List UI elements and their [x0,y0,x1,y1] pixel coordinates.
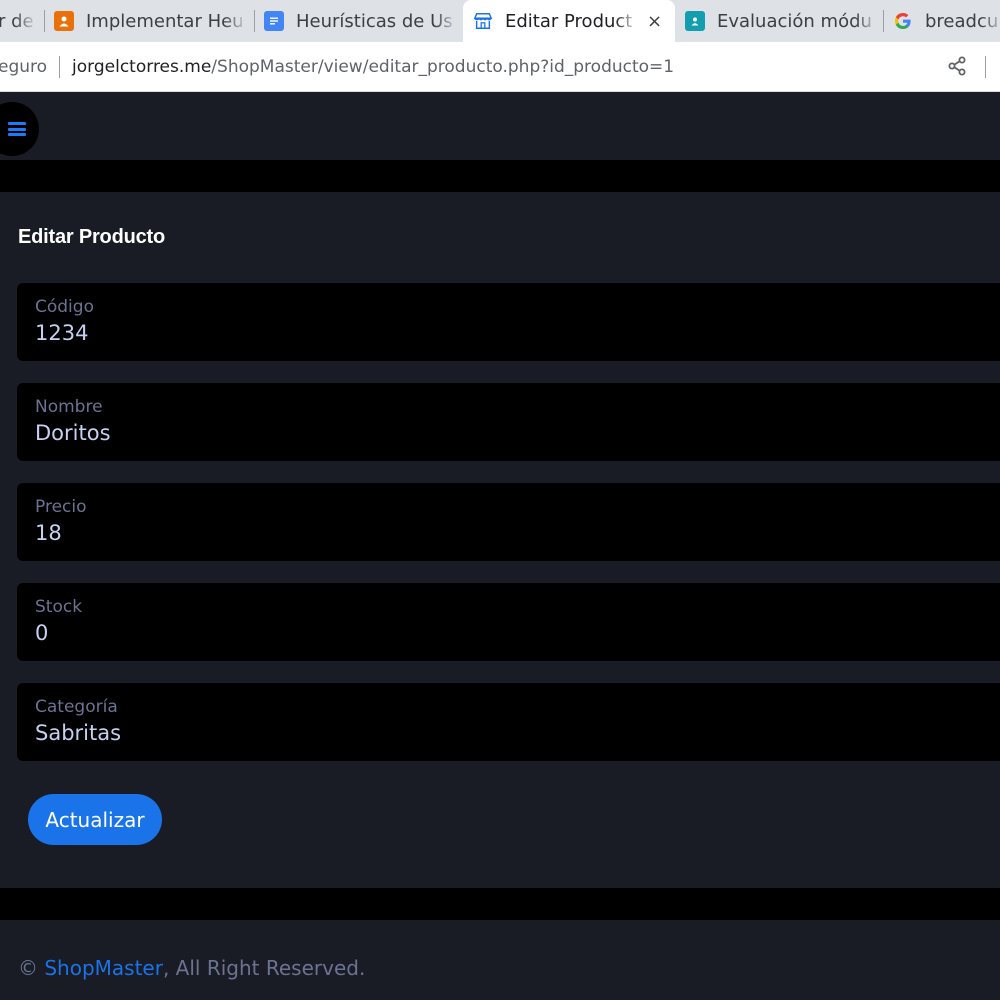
google-icon [893,11,913,31]
codigo-field[interactable]: Código 1234 [17,283,1000,361]
field-value[interactable]: 1234 [35,321,88,345]
store-icon [473,11,493,31]
close-icon[interactable]: × [647,11,662,32]
categoria-field[interactable]: Categoría Sabritas [17,683,1000,761]
nombre-field[interactable]: Nombre Doritos [17,383,1000,461]
footer-rights-text: , All Right Reserved. [162,956,366,980]
browser-tab-active[interactable]: Editar Product × [463,0,675,42]
copyright-symbol: © [18,956,38,980]
browser-tab-strip: r de Implementar Heu Heurísticas de Us E… [0,0,1000,42]
sidebar-toggle-button[interactable] [0,102,39,156]
content-separator [0,888,1000,920]
share-icon[interactable] [946,55,968,77]
address-divider [59,55,61,78]
browser-tab[interactable]: breadcu [883,0,1000,42]
browser-tab[interactable]: Evaluación módu [675,0,883,42]
classroom-icon [685,11,705,31]
stock-field[interactable]: Stock 0 [17,583,1000,661]
footer-brand-link[interactable]: ShopMaster [44,956,163,980]
field-label: Stock [35,597,83,617]
docs-icon [264,11,284,31]
field-value[interactable]: Sabritas [35,721,121,745]
orange-person-icon [54,11,74,31]
url-text[interactable]: jorgelctorres.me/ShopMaster/view/editar_… [72,57,674,77]
tab-title: Editar Product [505,10,639,32]
top-navbar [0,92,1000,160]
field-label: Código [35,297,94,317]
field-label: Nombre [35,397,103,417]
tab-title: Evaluación módu [717,10,879,32]
page-title: Editar Producto [18,226,166,248]
field-label: Categoría [35,697,118,717]
update-button[interactable]: Actualizar [28,794,162,845]
browser-tab[interactable]: Implementar Heu [44,0,254,42]
url-host: jorgelctorres.me [72,56,212,77]
tab-title: Heurísticas de Us [296,10,458,32]
security-label[interactable]: eguro [0,57,47,77]
tab-title: Implementar Heu [86,10,248,32]
content-separator [0,160,1000,192]
field-label: Precio [35,497,87,517]
browser-tab[interactable]: Heurísticas de Us [254,0,464,42]
browser-tab[interactable]: r de [0,0,42,42]
footer-copyright: © ShopMaster, All Right Reserved. [18,956,365,980]
edit-product-card: Editar Producto Código 1234 Nombre Dorit… [0,192,1000,888]
hamburger-menu-icon [8,122,26,136]
precio-field[interactable]: Precio 18 [17,483,1000,561]
url-path: /ShopMaster/view/editar_producto.php?id_… [211,56,675,77]
address-divider [985,56,986,78]
page-content: Editar Producto Código 1234 Nombre Dorit… [0,92,1000,1000]
address-bar[interactable]: eguro jorgelctorres.me/ShopMaster/view/e… [0,42,1000,92]
field-value[interactable]: Doritos [35,421,111,445]
field-value[interactable]: 18 [35,521,62,545]
tab-title: r de [0,10,38,32]
tab-title: breadcu [925,10,1000,32]
field-value[interactable]: 0 [35,621,48,645]
